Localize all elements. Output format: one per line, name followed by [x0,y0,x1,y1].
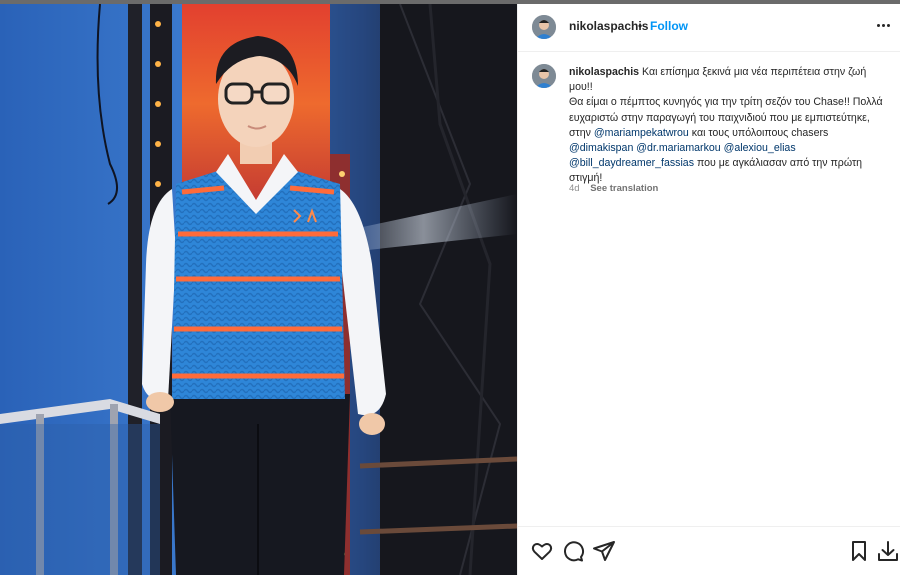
mention-link[interactable]: @dimakispan [569,142,633,154]
mention-link[interactable]: @dr.mariamarkou [636,142,720,154]
username-link[interactable]: nikolaspachis [569,19,648,33]
comment-icon[interactable] [561,539,585,563]
post-photo-image [0,4,517,575]
post-header: nikolaspachis • Follow [518,4,900,52]
action-bar [518,526,900,576]
share-icon[interactable] [592,539,616,563]
bookmark-icon[interactable] [847,539,871,563]
avatar[interactable] [532,15,556,39]
more-options-icon[interactable] [873,15,893,35]
post-time: 4d [569,183,580,194]
mention-link[interactable]: @mariampekatwrou [594,127,689,139]
see-translation-button[interactable]: See translation [590,183,658,194]
caption-username[interactable]: nikolaspachis [569,66,639,78]
caption-text-3: και τους υπόλοιπους chasers [691,126,829,139]
avatar-image [532,64,556,88]
mention-link[interactable]: @alexiou_elias [724,142,796,154]
post-caption: nikolaspachis Και επίσημα ξεκινά μια νέα… [569,65,887,187]
post-photo[interactable] [0,4,517,575]
caption-avatar[interactable] [532,64,556,88]
heart-icon[interactable] [530,539,554,563]
separator-dot: • [638,19,643,33]
download-icon[interactable] [876,539,900,563]
avatar-image [532,15,556,39]
post-side-panel: nikolaspachis • Follow nikolaspachis Και… [517,4,900,575]
post-meta: 4d See translation [569,183,658,194]
follow-button[interactable]: Follow [650,19,688,33]
mention-link[interactable]: @bill_daydreamer_fassias [569,157,694,169]
